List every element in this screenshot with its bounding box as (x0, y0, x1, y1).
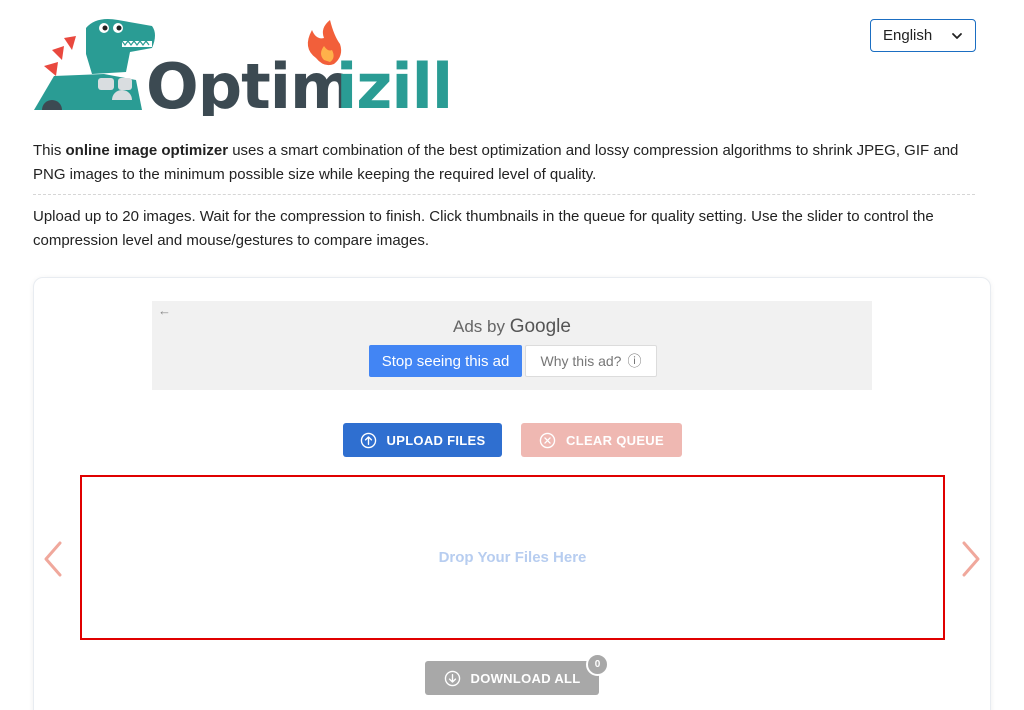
why-this-ad-label: Why this ad? (540, 353, 622, 369)
dashed-divider (33, 194, 975, 195)
file-drop-zone[interactable]: Drop Your Files Here (80, 475, 945, 640)
intro-prefix: This (33, 142, 66, 159)
info-icon: ⓘ (627, 353, 642, 369)
download-all-label: DOWNLOAD ALL (470, 670, 581, 686)
chevron-right-icon[interactable] (960, 541, 982, 577)
intro-description: This online image optimizer uses a smart… (33, 139, 983, 187)
upload-files-button[interactable]: UPLOAD FILES (343, 423, 502, 457)
google-text: Google (509, 316, 571, 337)
language-select[interactable]: English (870, 19, 976, 52)
drop-files-text: Drop Your Files Here (438, 549, 587, 566)
chevron-down-icon (952, 32, 962, 39)
upload-arrow-icon (360, 432, 376, 448)
upload-files-label: UPLOAD FILES (386, 432, 486, 448)
download-arrow-icon (444, 670, 460, 686)
dinosaur-mascot-icon (34, 19, 155, 110)
intro-instructions: Upload up to 20 images. Wait for the com… (33, 208, 934, 249)
language-label: English (883, 27, 933, 44)
ad-banner: ← Ads by Google Stop seeing this ad Why … (152, 301, 872, 390)
clear-queue-button[interactable]: CLEAR QUEUE (521, 423, 682, 457)
download-count-badge: 0 (586, 653, 609, 676)
why-this-ad-button[interactable]: Why this ad? ⓘ (525, 345, 657, 377)
intro-bold-term: online image optimizer (65, 142, 229, 159)
optimizilla-logo[interactable]: Optim izilla (34, 14, 454, 116)
clear-queue-label: CLEAR QUEUE (566, 432, 664, 448)
download-all-button[interactable]: DOWNLOAD ALL (425, 661, 599, 695)
chevron-left-icon[interactable] (42, 541, 64, 577)
logo-wordmark-teal: izilla (336, 50, 454, 116)
stop-seeing-ad-button[interactable]: Stop seeing this ad (369, 345, 522, 377)
ads-by-google-label: Ads by Google (152, 316, 872, 338)
ads-by-text: Ads by (453, 317, 510, 336)
clear-x-icon (539, 432, 556, 448)
